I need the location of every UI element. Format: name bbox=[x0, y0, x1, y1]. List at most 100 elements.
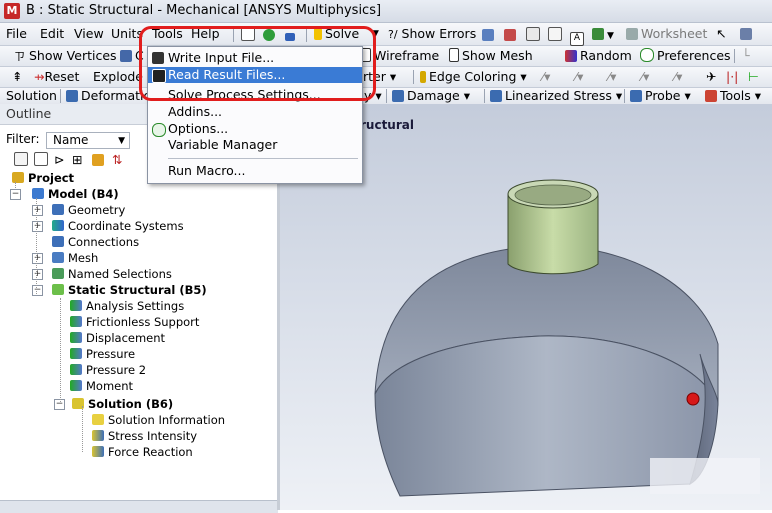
tree-node-pressure-2[interactable]: Pressure 2 bbox=[70, 362, 146, 378]
expand-all-icon[interactable]: ⊞ bbox=[72, 152, 82, 168]
tool-icon-2[interactable] bbox=[504, 27, 519, 43]
tree-node-displacement[interactable]: Displacement bbox=[70, 330, 165, 346]
tree-node-stress-intensity[interactable]: Stress Intensity bbox=[92, 428, 197, 444]
terminal-icon[interactable] bbox=[241, 27, 258, 43]
thicken-tool-icon[interactable]: ✈ bbox=[706, 69, 716, 85]
connections-icon bbox=[52, 236, 64, 247]
reset-label: Reset bbox=[44, 69, 80, 84]
split-icon[interactable]: |·| bbox=[726, 69, 738, 85]
probe-marker[interactable] bbox=[686, 392, 700, 406]
edge-style-icon-2[interactable]: ⁄▾ bbox=[575, 69, 583, 85]
text-annotation-icon[interactable]: A bbox=[570, 26, 587, 46]
menu-item-run-macro[interactable]: Run Macro... bbox=[148, 163, 362, 179]
options-check-icon bbox=[152, 123, 166, 137]
show-vertices-button[interactable]: ㄗ Show Vertices bbox=[14, 48, 117, 65]
geometry-icon bbox=[52, 204, 64, 215]
menu-edit[interactable]: Edit bbox=[40, 26, 64, 42]
tree-node-named-selections[interactable]: + Named Selections bbox=[32, 266, 172, 282]
cursor-icon[interactable]: ↖ bbox=[716, 26, 726, 42]
tool-icon-1[interactable] bbox=[482, 27, 497, 43]
cluster-icon[interactable]: C bbox=[120, 48, 144, 64]
probe-button[interactable]: Probe ▾ bbox=[630, 88, 691, 104]
edge-style-icon-3[interactable]: ⁄▾ bbox=[608, 69, 616, 85]
menu-units[interactable]: Units bbox=[111, 26, 143, 42]
floppy-icon bbox=[152, 69, 166, 83]
menu-item-label: Variable Manager bbox=[168, 137, 278, 152]
tree-node-coordinate-systems[interactable]: + Coordinate Systems bbox=[32, 218, 184, 234]
tree-arrow-icon[interactable] bbox=[285, 27, 298, 43]
tree-node-label: Moment bbox=[86, 379, 134, 393]
pressure-icon bbox=[70, 364, 82, 375]
tree-icon-2[interactable] bbox=[34, 152, 51, 168]
tree-node-solution[interactable]: − Solution (B6) bbox=[54, 396, 173, 412]
floppy-icon bbox=[152, 52, 164, 64]
tree-node-project[interactable]: Project bbox=[12, 170, 74, 186]
tree-icon-1[interactable] bbox=[14, 152, 31, 168]
tree-node-solution-information[interactable]: Solution Information bbox=[92, 412, 225, 428]
edge-style-icon-4[interactable]: ⁄▾ bbox=[641, 69, 649, 85]
check-icon[interactable] bbox=[263, 27, 278, 43]
lightning-icon bbox=[314, 28, 322, 40]
random-colors-icon bbox=[565, 50, 577, 62]
sort-icon[interactable]: ⇅ bbox=[112, 152, 122, 168]
deformation-button[interactable]: Deformatio bbox=[66, 88, 151, 104]
image-icon[interactable] bbox=[526, 27, 543, 43]
solve-dropdown-icon[interactable]: ▼ bbox=[372, 26, 379, 42]
chart-icon[interactable] bbox=[548, 27, 565, 43]
tools-button[interactable]: Tools ▾ bbox=[705, 88, 761, 104]
tree-node-moment[interactable]: Moment bbox=[70, 378, 133, 394]
menu-item-write-input-file[interactable]: Write Input File... bbox=[148, 50, 362, 66]
menu-file[interactable]: File bbox=[6, 26, 27, 42]
menu-item-solve-process-settings[interactable]: Solve Process Settings... bbox=[148, 87, 362, 103]
energy-dropdown[interactable]: y ▾ bbox=[364, 88, 382, 104]
tree-node-connections[interactable]: Connections bbox=[52, 234, 139, 250]
worksheet-button[interactable]: Worksheet bbox=[626, 26, 707, 42]
edge-style-icon-5[interactable]: ⁄▾ bbox=[674, 69, 682, 85]
damage-button[interactable]: Damage ▾ bbox=[392, 88, 470, 104]
menu-view[interactable]: View bbox=[74, 26, 104, 42]
window-title: B : Static Structural - Mechanical [ANSY… bbox=[26, 3, 382, 18]
filter-dropdown[interactable]: rter ▾ bbox=[363, 69, 396, 85]
random-colors-button[interactable]: Random bbox=[565, 48, 632, 64]
toolbar-solution: Solution Deformatio y ▾ Damage ▾ Lineari… bbox=[0, 88, 772, 104]
tree-line bbox=[82, 406, 84, 452]
wireframe-label: Wireframe bbox=[374, 48, 440, 63]
menu-bar: File Edit View Units Tools Help Solve ▼ … bbox=[0, 23, 772, 46]
menu-item-options[interactable]: Options... bbox=[148, 121, 362, 137]
tree-node-static-structural[interactable]: − Static Structural (B5) bbox=[32, 282, 207, 298]
thicken-icon[interactable]: └ bbox=[742, 48, 750, 64]
reset-button[interactable]: ⇸Reset bbox=[34, 69, 79, 85]
edge-coloring-button[interactable]: Edge Coloring ▾ bbox=[420, 69, 527, 85]
show-errors-button[interactable]: ?/ Show Errors bbox=[388, 26, 476, 43]
menu-item-read-result-files[interactable]: Read Result Files... bbox=[148, 67, 362, 83]
tag-icon[interactable] bbox=[740, 26, 755, 42]
linearized-stress-button[interactable]: Linearized Stress ▾ bbox=[490, 88, 622, 104]
show-mesh-button[interactable]: Show Mesh bbox=[449, 48, 533, 64]
preferences-button[interactable]: Preferences bbox=[640, 48, 731, 64]
tree-node-model[interactable]: − Model (B4) bbox=[10, 186, 119, 202]
solve-button[interactable]: Solve bbox=[314, 26, 359, 42]
menu-item-variable-manager[interactable]: Variable Manager bbox=[148, 137, 362, 153]
image-capture-icon[interactable]: ▼ bbox=[592, 26, 614, 44]
filter-label: Filter: bbox=[6, 132, 40, 146]
pin-icon[interactable]: ⇞ bbox=[12, 69, 22, 85]
tree-node-analysis-settings[interactable]: Analysis Settings bbox=[70, 298, 184, 314]
damage-icon bbox=[392, 90, 404, 102]
tree-node-geometry[interactable]: + Geometry bbox=[32, 202, 125, 218]
tree-node-frictionless-support[interactable]: Frictionless Support bbox=[70, 314, 199, 330]
add-icon[interactable]: ⊢ bbox=[748, 69, 759, 85]
deformation-icon bbox=[66, 90, 78, 102]
menu-tools[interactable]: Tools bbox=[152, 26, 183, 42]
tree-node-mesh[interactable]: + Mesh bbox=[32, 250, 98, 266]
menu-item-addins[interactable]: Addins... bbox=[148, 104, 362, 120]
menu-help[interactable]: Help bbox=[191, 26, 220, 42]
tree-icon-5[interactable] bbox=[92, 152, 107, 168]
collapse-icon[interactable]: − bbox=[10, 189, 21, 200]
tree-node-force-reaction[interactable]: Force Reaction bbox=[92, 444, 193, 460]
tree-icon-3[interactable]: ⊳ bbox=[54, 152, 64, 168]
show-vertices-label: Show Vertices bbox=[28, 48, 117, 63]
tree-node-pressure[interactable]: Pressure bbox=[70, 346, 135, 362]
wireframe-button[interactable]: Wireframe bbox=[361, 48, 439, 64]
filter-select[interactable]: Name ▼ bbox=[46, 132, 130, 149]
edge-style-icon-1[interactable]: ⁄▾ bbox=[542, 69, 550, 85]
